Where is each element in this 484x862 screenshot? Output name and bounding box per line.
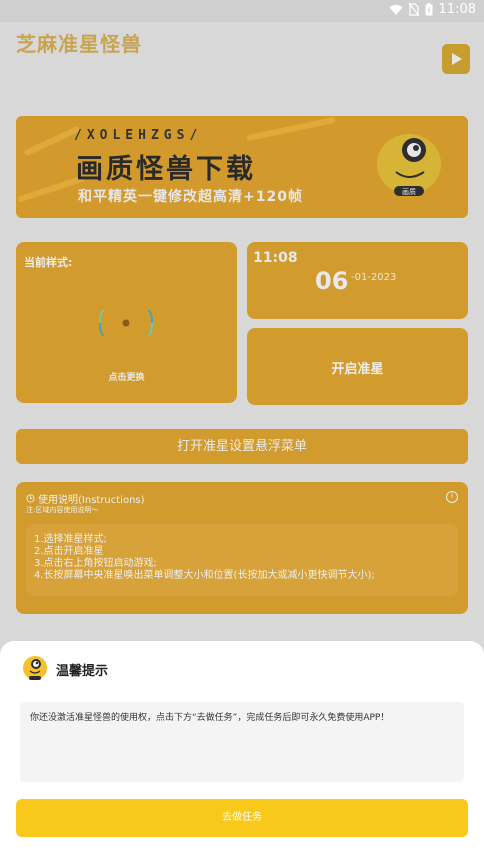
clock-icon xyxy=(26,494,35,503)
mascot-label: 画质 xyxy=(402,187,416,196)
banner-headline: 画质怪兽下载 xyxy=(76,154,256,185)
activation-dialog: 温馨提示 你还没激活准星怪兽的使用权，点击下方“去做任务”，完成任务后即可永久免… xyxy=(0,641,484,862)
mascot-icon: 画质 xyxy=(377,134,441,196)
banner-subline: 和平精英一键修改超高清+120帧 xyxy=(78,189,303,205)
wifi-icon xyxy=(389,4,403,15)
enable-crosshair-label: 开启准星 xyxy=(331,362,384,377)
do-task-button[interactable]: 去做任务 xyxy=(16,799,468,837)
instruction-step: 4.长按屏幕中央准星唤出菜单调整大小和位置(长按加大或减小更快调节大小); xyxy=(34,570,375,581)
status-bar: 11:08 xyxy=(0,0,484,22)
info-icon[interactable] xyxy=(446,491,458,503)
play-icon xyxy=(452,53,462,65)
date-month-year: -01-2023 xyxy=(351,272,397,283)
crosshair-preview-icon xyxy=(98,310,154,336)
no-sim-icon xyxy=(408,3,419,16)
instructions-title-text: 使用说明(Instructions) xyxy=(38,495,145,506)
clock-time: 11:08 xyxy=(253,250,298,266)
launch-game-button[interactable] xyxy=(442,44,470,74)
instructions-title: 使用说明(Instructions) xyxy=(26,491,145,506)
banner-decoration xyxy=(246,116,336,142)
instruction-step: 2.点击开启准星 xyxy=(34,546,104,557)
promo-banner[interactable]: /XOLEHZGS/ 画质怪兽下载 和平精英一键修改超高清+120帧 画质 xyxy=(16,116,468,218)
current-style-label: 当前样式: xyxy=(24,256,73,269)
app-logo-icon xyxy=(23,656,47,680)
enable-crosshair-button[interactable]: 开启准星 xyxy=(247,328,468,405)
app-title: 芝麻准星怪兽 xyxy=(16,32,142,56)
battery-icon xyxy=(425,3,433,16)
date-time-card: 11:08 06 -01-2023 xyxy=(247,242,468,319)
instructions-note: 注:区域内容使用说明～ xyxy=(26,506,99,514)
banner-tag: /XOLEHZGS/ xyxy=(74,128,203,143)
instructions-steps: 1.选择准星样式; 2.点击开启准星 3.点击右上角按钮启动游戏; 4.长按屏幕… xyxy=(26,524,458,596)
banner-decoration xyxy=(16,175,86,203)
instruction-step: 1.选择准星样式; xyxy=(34,534,107,545)
crosshair-style-card[interactable]: 当前样式: 点击更换 xyxy=(16,242,237,403)
status-time: 11:08 xyxy=(438,2,476,17)
instructions-card: 使用说明(Instructions) 注:区域内容使用说明～ 1.选择准星样式;… xyxy=(16,482,468,614)
change-style-label: 点击更换 xyxy=(108,373,145,383)
banner-decoration xyxy=(23,125,81,157)
status-icons: 11:08 xyxy=(389,2,476,17)
dialog-message: 你还没激活准星怪兽的使用权，点击下方“去做任务”，完成任务后即可永久免费使用AP… xyxy=(20,702,464,782)
instruction-step: 3.点击右上角按钮启动游戏; xyxy=(34,558,157,569)
date-day: 06 xyxy=(315,267,349,295)
dialog-title: 温馨提示 xyxy=(56,664,109,679)
open-floating-menu-button[interactable]: 打开准星设置悬浮菜单 xyxy=(16,429,468,464)
